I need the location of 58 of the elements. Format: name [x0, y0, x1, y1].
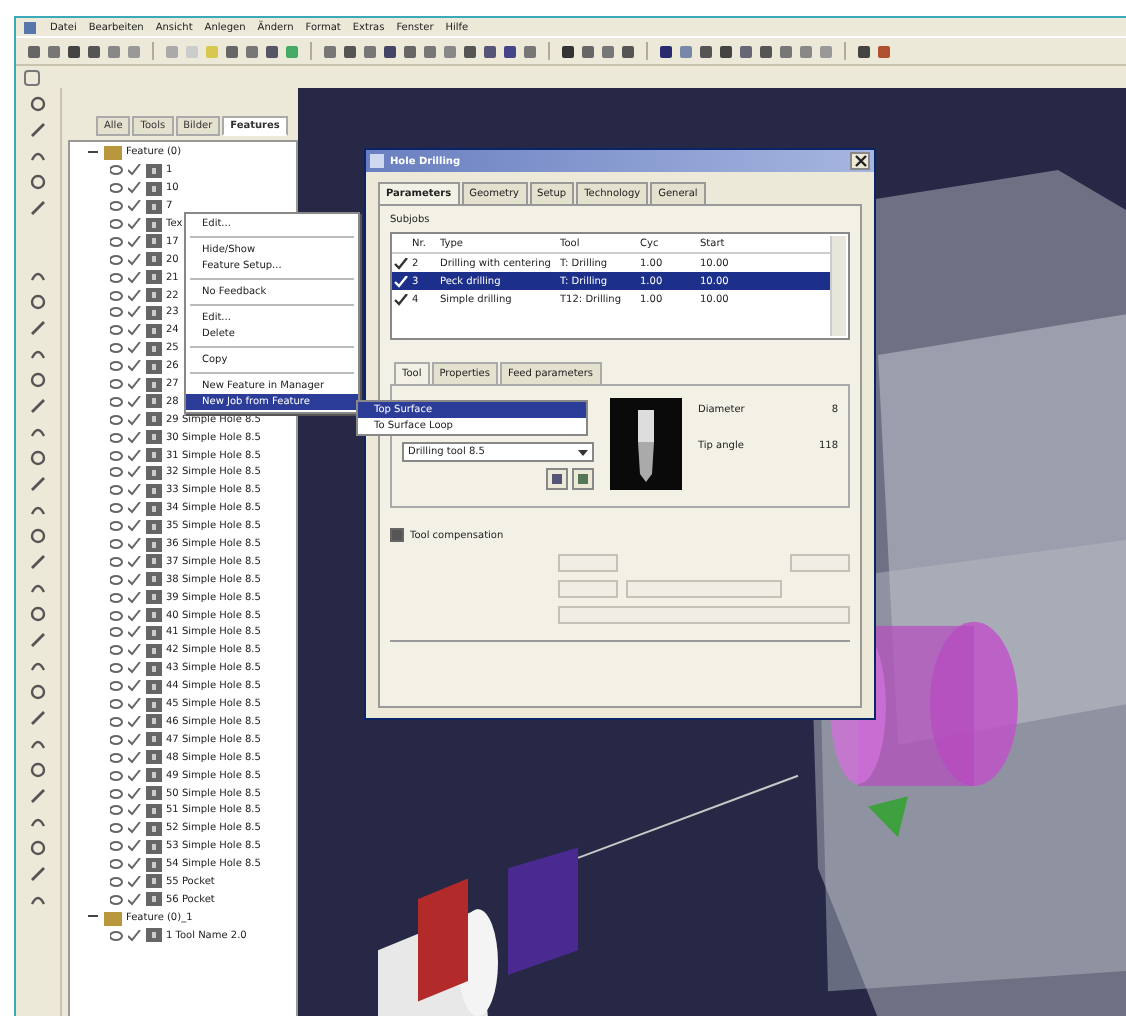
hole-icon[interactable] — [146, 679, 162, 694]
app-icon[interactable] — [22, 19, 38, 35]
check-icon[interactable] — [392, 257, 412, 269]
scrollbar[interactable] — [830, 236, 846, 336]
hole-icon[interactable] — [146, 448, 162, 463]
hole-icon[interactable] — [146, 181, 162, 196]
input-field[interactable] — [558, 580, 618, 598]
hole-icon[interactable] — [146, 874, 162, 889]
hole-icon[interactable] — [146, 519, 162, 534]
hole-icon[interactable] — [146, 928, 162, 943]
hole-icon[interactable] — [146, 768, 162, 783]
input-field[interactable] — [558, 606, 850, 624]
hole-icon[interactable] — [146, 714, 162, 729]
hole-icon[interactable] — [146, 430, 162, 445]
caret-icon[interactable] — [578, 447, 588, 457]
input-field[interactable] — [558, 554, 618, 572]
hole-icon[interactable] — [146, 465, 162, 480]
hole-icon[interactable] — [146, 323, 162, 338]
check-icon[interactable] — [128, 929, 142, 942]
hole-icon[interactable] — [146, 625, 162, 640]
hole-icon[interactable] — [146, 217, 162, 231]
check-icon[interactable] — [392, 275, 412, 287]
hole-icon[interactable] — [146, 857, 162, 872]
drill-icon — [610, 398, 682, 490]
hole-icon[interactable] — [146, 252, 162, 267]
hole-icon[interactable] — [146, 697, 162, 712]
hole-icon[interactable] — [146, 661, 162, 676]
hole-icon[interactable] — [146, 377, 162, 392]
input-field[interactable] — [626, 580, 782, 598]
hole-icon[interactable] — [146, 412, 162, 427]
hole-icon[interactable] — [146, 288, 162, 303]
hole-icon[interactable] — [146, 892, 162, 907]
eye-icon[interactable] — [110, 929, 124, 942]
hole-icon[interactable] — [146, 394, 162, 409]
hole-icon[interactable] — [146, 501, 162, 516]
input-field[interactable] — [790, 554, 850, 572]
hole-icon[interactable] — [146, 359, 162, 374]
hole-icon[interactable] — [146, 590, 162, 605]
hole-icon[interactable] — [146, 608, 162, 623]
hole-icon[interactable] — [146, 234, 162, 249]
hole-icon[interactable] — [146, 305, 162, 320]
hole-icon[interactable] — [146, 199, 162, 214]
hole-icon[interactable] — [146, 483, 162, 498]
hole-icon[interactable] — [146, 341, 162, 356]
hole-icon[interactable] — [146, 572, 162, 587]
hole-icon[interactable] — [146, 821, 162, 836]
check-icon[interactable] — [392, 293, 412, 305]
hole-icon[interactable] — [146, 643, 162, 658]
hole-icon[interactable] — [146, 839, 162, 854]
hole-icon[interactable] — [146, 732, 162, 747]
hole-icon[interactable] — [146, 750, 162, 765]
checkbox[interactable] — [390, 528, 404, 542]
hole-icon[interactable] — [146, 270, 162, 285]
hole-icon[interactable] — [146, 163, 162, 178]
hole-icon[interactable] — [146, 537, 162, 552]
hole-icon[interactable] — [146, 803, 162, 818]
hole-icon[interactable] — [146, 554, 162, 569]
hole-icon[interactable] — [146, 786, 162, 800]
